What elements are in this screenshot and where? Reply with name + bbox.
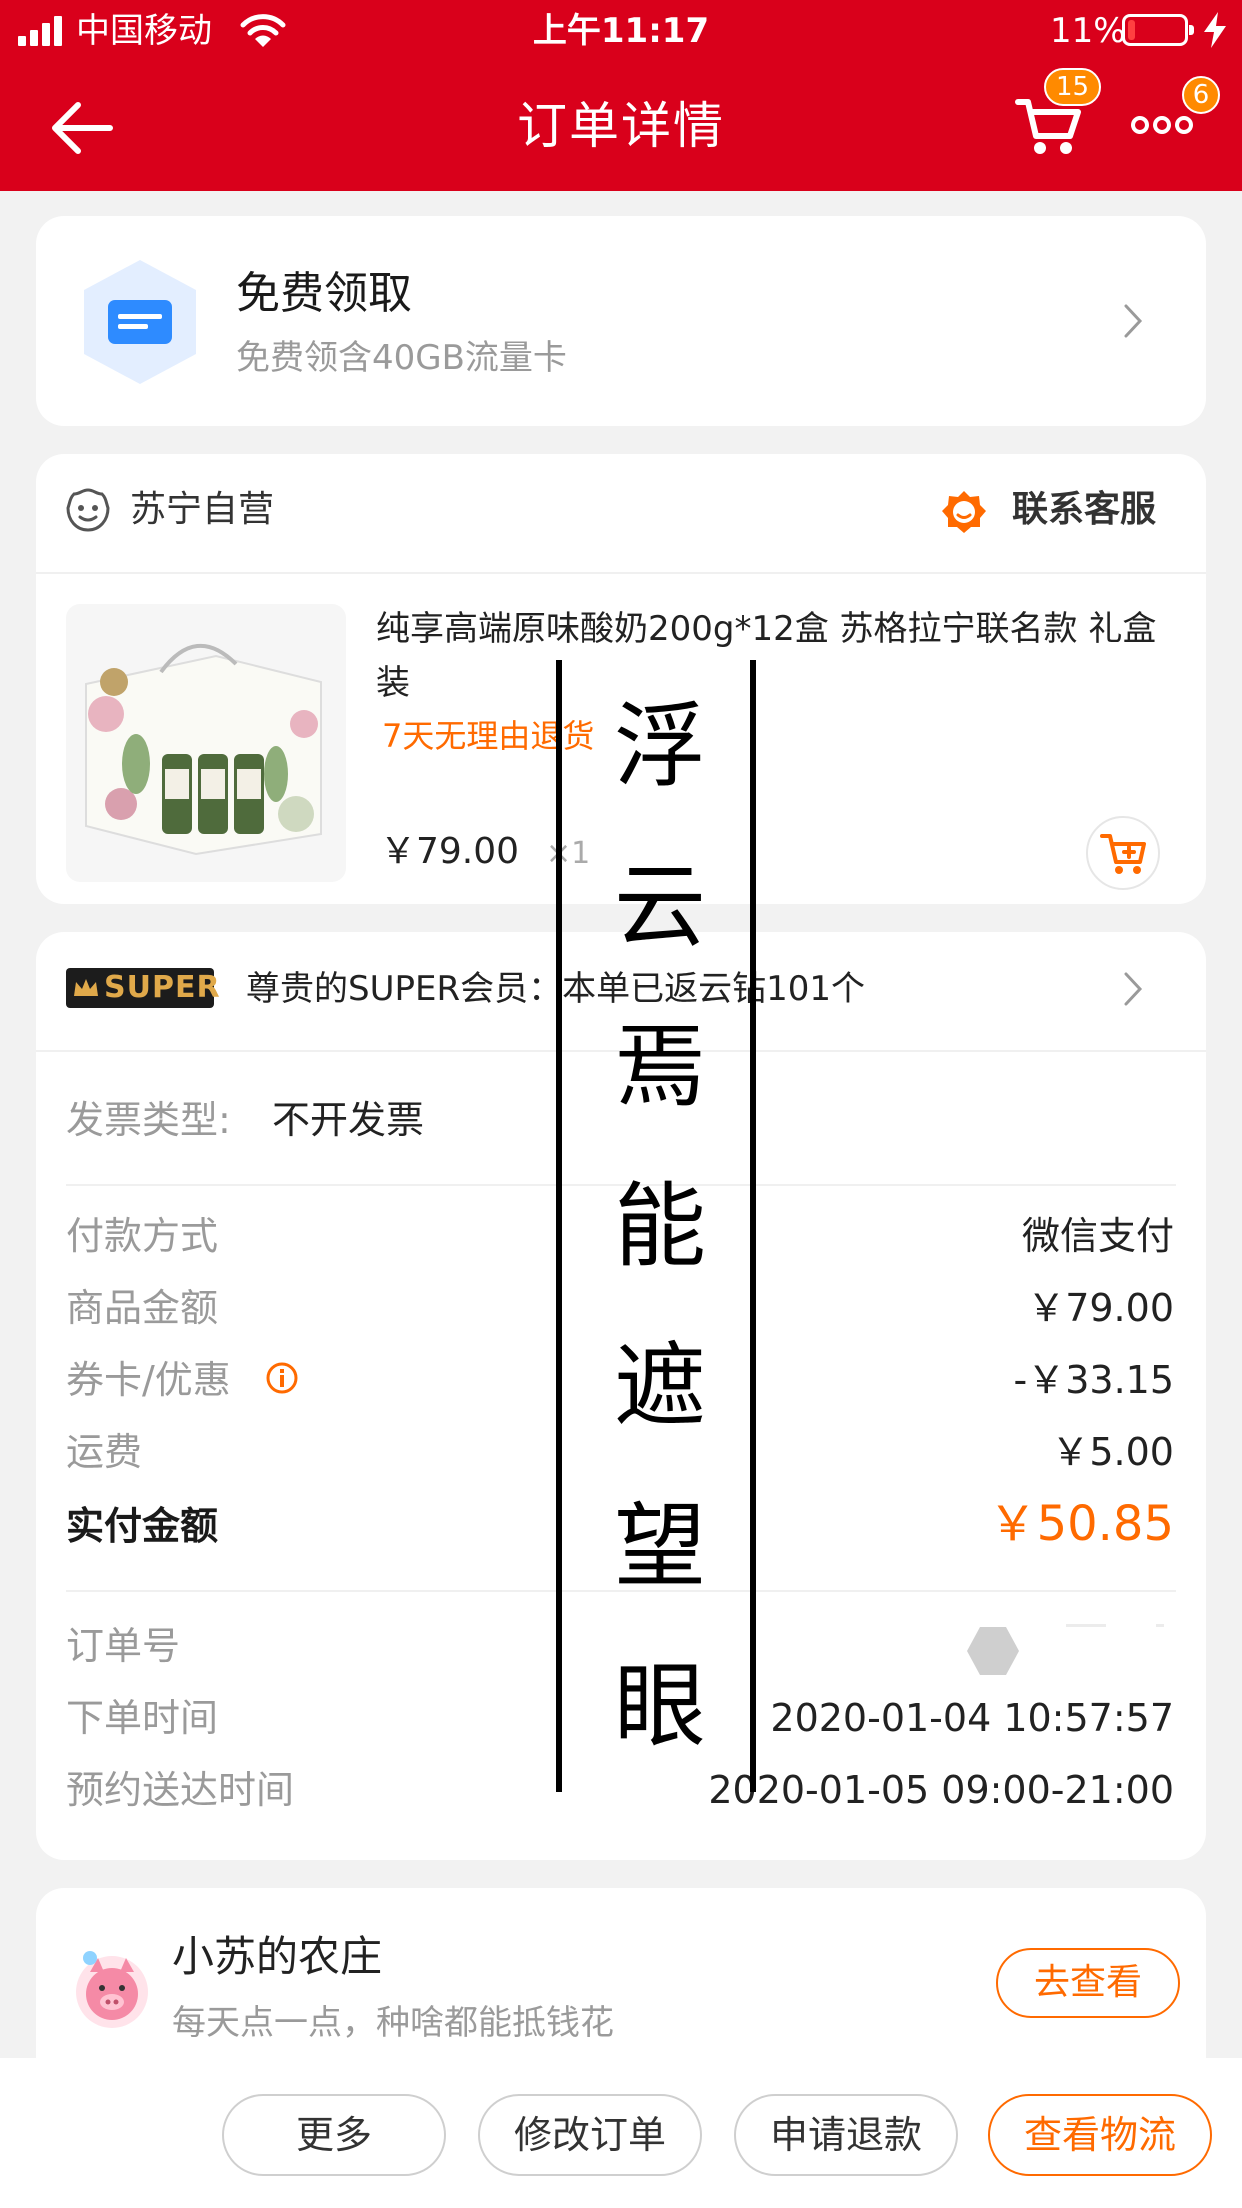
view-logistics-button[interactable]: 查看物流 [988,2094,1212,2176]
coupon-discount-value: -￥33.15 [1013,1358,1175,1402]
total-paid-value: ￥50.85 [988,1496,1174,1552]
crown-icon [74,979,98,996]
chevron-right-icon [1124,304,1143,338]
promo-title: 免费领取 [236,268,412,319]
overlay-char: 焉 [613,1013,706,1120]
shipping-fee-label: 运费 [66,1430,143,1474]
overlay-line-left [556,660,562,1792]
order-time-label: 下单时间 [66,1696,219,1740]
redaction-mask [967,1627,1019,1675]
store-icon [66,488,110,532]
payment-method-label: 付款方式 [66,1214,219,1258]
order-time-value: 2020-01-04 10:57:57 [770,1696,1174,1740]
total-paid-label: 实付金额 [66,1504,219,1548]
cart-badge: 15 [1044,68,1102,106]
status-bar: 中国移动 上午11:17 11% [0,0,1242,62]
modify-order-button[interactable]: 修改订单 [478,2094,702,2176]
overlay-char: 浮 [613,693,706,800]
customer-service-icon[interactable] [940,488,988,536]
add-to-cart-button[interactable] [1086,816,1160,890]
overlay-char: 眼 [613,1653,706,1760]
return-policy-tag: 7天无理由退货 [382,717,595,755]
battery-percent: 11% [1050,11,1126,51]
invoice-type-value: 不开发票 [272,1098,425,1142]
product-title[interactable]: 纯享高端原味酸奶200g*12盒 苏格拉宁联名款 礼盒装 [376,602,1176,710]
goods-amount-label: 商品金额 [66,1286,219,1330]
order-number-label: 订单号 [66,1624,181,1668]
shipping-fee-value: ￥5.00 [1051,1430,1174,1474]
store-name: 苏宁自营 [130,489,275,530]
battery-icon [1122,14,1194,46]
overlay-char: 望 [613,1493,706,1600]
redaction-mark [1066,1624,1164,1627]
product-price: ￥79.00 [380,831,520,872]
farm-view-button[interactable]: 去查看 [996,1948,1180,2018]
more-button[interactable]: 更多 [222,2094,446,2176]
product-image[interactable] [66,604,346,882]
add-cart-icon [1100,834,1146,874]
top-bar: 中国移动 上午11:17 11% 订单详情 15 6 [0,0,1242,191]
contact-service-button[interactable]: 联系客服 [1012,484,1156,536]
farm-title: 小苏的农庄 [172,1932,383,1981]
overlay-char: 遮 [613,1333,706,1440]
delivery-time-label: 预约送达时间 [66,1768,295,1812]
goods-amount-value: ￥79.00 [1027,1286,1174,1330]
delivery-time-value: 2020-01-05 09:00-21:00 [708,1768,1174,1812]
more-icon[interactable] [1130,110,1194,140]
charging-icon [1204,12,1226,48]
overlay-line-right [750,660,756,1792]
invoice-type-label: 发票类型: [66,1098,231,1142]
info-icon[interactable] [264,1360,300,1396]
super-member-logo: SUPER [66,968,220,1008]
sim-card-icon [84,260,196,384]
pig-icon [76,1951,148,2028]
divider [36,572,1206,574]
farm-subtitle: 每天点一点，种啥都能抵钱花 [172,2003,614,2043]
chevron-right-icon [1124,972,1143,1006]
promo-subtitle: 免费领含40GB流量卡 [236,338,567,378]
bottom-action-bar: 更多 修改订单 申请退款 查看物流 [0,2058,1242,2208]
product-quantity: ×1 [546,836,591,871]
product-card: 苏宁自营 联系客服 纯享高端原味酸奶200g*12盒 苏格拉宁联名款 礼盒装 7… [36,454,1206,904]
free-card-promo[interactable]: 免费领取 免费领含40GB流量卡 [36,216,1206,426]
more-badge: 6 [1182,76,1220,114]
coupon-discount-label: 券卡/优惠 [66,1358,231,1402]
payment-method-value: 微信支付 [1021,1214,1174,1258]
overlay-char: 能 [613,1173,706,1280]
request-refund-button[interactable]: 申请退款 [734,2094,958,2176]
overlay-char: 云 [613,853,706,960]
